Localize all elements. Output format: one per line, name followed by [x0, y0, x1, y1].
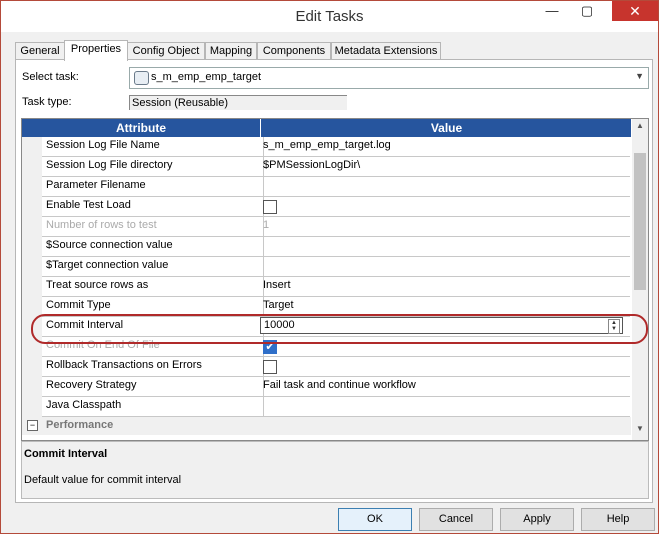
row-gutter: [22, 257, 42, 278]
value-cell[interactable]: Insert: [260, 277, 630, 297]
grid-header: Attribute Value: [22, 119, 631, 137]
table-row[interactable]: $Source connection value: [22, 237, 631, 258]
row-gutter: [22, 377, 42, 398]
task-type-label: Task type:: [22, 96, 72, 108]
value-column-header[interactable]: Value: [260, 119, 632, 137]
tab-components[interactable]: Components: [257, 42, 331, 60]
scroll-up-icon[interactable]: ▲: [632, 121, 648, 135]
performance-section[interactable]: − Performance: [22, 417, 631, 435]
attribute-cell: Session Log File Name: [42, 137, 264, 157]
minimize-button[interactable]: —: [538, 1, 566, 21]
table-row[interactable]: Rollback Transactions on Errors: [22, 357, 631, 378]
attribute-cell: Java Classpath: [42, 397, 264, 417]
table-row[interactable]: Session Log File Name s_m_emp_emp_target.…: [22, 137, 631, 158]
scroll-down-icon[interactable]: ▼: [632, 424, 648, 438]
chevron-down-icon[interactable]: ▼: [635, 71, 644, 81]
attribute-cell: Enable Test Load: [42, 197, 264, 217]
description-title: Commit Interval: [24, 448, 108, 460]
table-row[interactable]: Enable Test Load: [22, 197, 631, 218]
table-row[interactable]: Treat source rows as Insert: [22, 277, 631, 298]
tab-properties[interactable]: Properties: [64, 40, 128, 61]
table-row[interactable]: Java Classpath: [22, 397, 631, 418]
value-cell[interactable]: Fail task and continue workflow: [260, 377, 630, 397]
apply-button[interactable]: Apply: [500, 508, 574, 531]
attribute-cell: Rollback Transactions on Errors: [42, 357, 264, 377]
value-cell[interactable]: [260, 357, 630, 377]
value-cell[interactable]: [260, 257, 630, 277]
scroll-thumb[interactable]: [634, 153, 646, 290]
row-gutter: [22, 397, 42, 418]
value-cell[interactable]: [260, 237, 630, 257]
row-gutter: [22, 197, 42, 218]
maximize-button[interactable]: ▢: [573, 1, 601, 21]
attribute-cell: Number of rows to test: [42, 217, 264, 237]
row-gutter: [22, 357, 42, 378]
table-row[interactable]: Session Log File directory $PMSessionLogD…: [22, 157, 631, 178]
help-button[interactable]: Help: [581, 508, 655, 531]
description-panel: Commit Interval Default value for commit…: [21, 441, 649, 499]
table-row[interactable]: Number of rows to test 1: [22, 217, 631, 238]
tab-metadata-extensions[interactable]: Metadata Extensions: [331, 42, 441, 60]
vertical-scrollbar[interactable]: ▲ ▼: [632, 119, 648, 440]
properties-grid: Attribute Value Session Log File Name s_m…: [21, 118, 649, 441]
row-gutter: [22, 237, 42, 258]
checkbox[interactable]: [263, 360, 277, 374]
collapse-icon[interactable]: −: [27, 420, 38, 431]
value-cell: 1: [260, 217, 630, 237]
performance-section-label: Performance: [46, 419, 114, 431]
row-gutter: [22, 217, 42, 238]
table-row[interactable]: $Target connection value: [22, 257, 631, 278]
value-cell[interactable]: $PMSessionLogDir\: [260, 157, 630, 177]
row-gutter: [22, 277, 42, 298]
ok-button[interactable]: OK: [338, 508, 412, 531]
attribute-cell: Recovery Strategy: [42, 377, 264, 397]
select-task-label: Select task:: [22, 71, 79, 83]
row-gutter: [22, 177, 42, 198]
edit-tasks-dialog: Edit Tasks — ▢ ✕ General Properties Conf…: [0, 0, 659, 534]
select-task-value: s_m_emp_emp_target: [151, 71, 262, 83]
select-task-dropdown[interactable]: s_m_emp_emp_target ▼: [129, 67, 649, 89]
checkbox[interactable]: [263, 200, 277, 214]
attribute-cell: $Source connection value: [42, 237, 264, 257]
attribute-cell: Parameter Filename: [42, 177, 264, 197]
attribute-cell: $Target connection value: [42, 257, 264, 277]
attribute-cell: Session Log File directory: [42, 157, 264, 177]
session-task-icon: [134, 71, 149, 85]
value-cell[interactable]: s_m_emp_emp_target.log: [260, 137, 630, 157]
table-row[interactable]: Recovery Strategy Fail task and continue …: [22, 377, 631, 398]
tab-config-object[interactable]: Config Object: [127, 42, 205, 60]
value-cell[interactable]: [260, 197, 630, 217]
close-button[interactable]: ✕: [612, 1, 658, 21]
task-type-value: Session (Reusable): [129, 95, 347, 110]
tab-general[interactable]: General: [15, 42, 65, 60]
table-row[interactable]: Parameter Filename: [22, 177, 631, 198]
value-cell[interactable]: [260, 177, 630, 197]
row-gutter: [22, 157, 42, 178]
description-text: Default value for commit interval: [24, 474, 182, 486]
title-bar: Edit Tasks — ▢ ✕: [1, 1, 658, 32]
attribute-cell: Treat source rows as: [42, 277, 264, 297]
row-gutter: [22, 137, 42, 158]
attribute-column-header[interactable]: Attribute: [22, 119, 260, 137]
commit-interval-highlight-ring: [31, 314, 648, 344]
tab-mapping[interactable]: Mapping: [205, 42, 257, 60]
cancel-button[interactable]: Cancel: [419, 508, 493, 531]
value-cell[interactable]: [260, 397, 630, 417]
